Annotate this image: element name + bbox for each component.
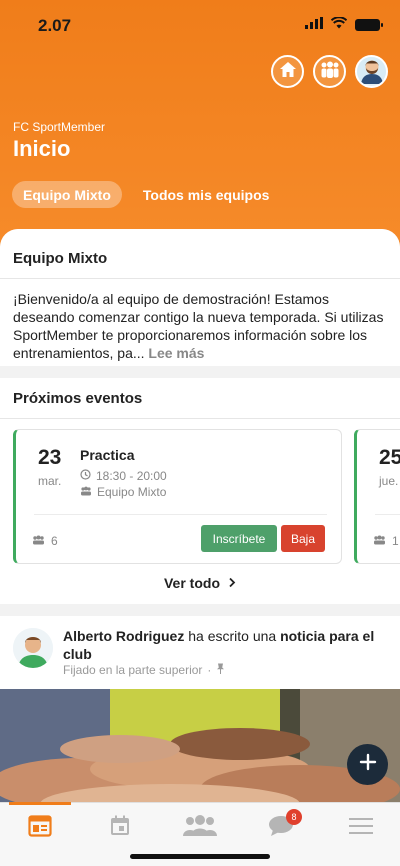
event-weekday: jue. (379, 474, 399, 488)
read-more-link[interactable]: Lee más (148, 345, 204, 361)
event-card[interactable]: 23 mar. Practica 18:30 - 20:00 Equipo Mi… (13, 429, 342, 564)
tab-equipo-mixto[interactable]: Equipo Mixto (12, 181, 122, 208)
nav-menu[interactable] (346, 815, 376, 841)
profile-avatar-button[interactable] (355, 55, 388, 88)
chevron-right-icon (228, 575, 236, 591)
team-button[interactable] (313, 55, 346, 88)
signup-button[interactable]: Inscríbete (201, 525, 277, 552)
event-weekday: mar. (38, 474, 62, 488)
event-divider (34, 514, 327, 515)
event-card[interactable]: 25 jue. 1 (354, 429, 400, 564)
attendee-count: 1 (373, 534, 399, 548)
house-icon (279, 61, 297, 83)
news-headline: Alberto Rodriguez ha escrito una noticia… (63, 627, 383, 663)
event-time: 18:30 - 20:00 (96, 469, 167, 483)
user-avatar-icon (357, 57, 386, 86)
news-verb: ha escrito una (188, 628, 277, 644)
signal-icon (305, 16, 323, 34)
author-avatar (13, 628, 53, 668)
news-image (0, 689, 400, 819)
status-bar: 2.07 (0, 0, 400, 48)
attendee-count-value: 6 (51, 534, 58, 548)
home-button[interactable] (271, 55, 304, 88)
event-name: Practica (80, 447, 135, 463)
unread-badge: 8 (286, 809, 302, 825)
news-card[interactable]: Alberto Rodriguez ha escrito una noticia… (0, 616, 400, 819)
clock-icon (80, 469, 91, 483)
nav-members[interactable] (182, 814, 218, 842)
events-title: Próximos eventos (13, 390, 143, 407)
status-icons (305, 16, 383, 34)
pinned-text: Fijado en la parte superior (63, 663, 203, 677)
active-tab-indicator (9, 802, 71, 805)
team-card-title: Equipo Mixto (13, 250, 108, 267)
nav-chat[interactable]: 8 (266, 809, 302, 841)
see-all-label: Ver todo (163, 575, 220, 591)
header: 2.07 FC SportMember Inicio Equipo Mixto … (0, 0, 400, 250)
menu-icon (349, 816, 373, 841)
upcoming-events-card: Próximos eventos 23 mar. Practica 18:30 … (0, 378, 400, 604)
status-time: 2.07 (38, 16, 72, 35)
event-team: Equipo Mixto (97, 485, 167, 499)
members-icon (182, 814, 218, 842)
calendar-icon (109, 815, 131, 842)
attendees-icon (32, 534, 45, 548)
event-day: 23 (38, 446, 62, 469)
team-card: Equipo Mixto ¡Bienvenido/a al equipo de … (0, 229, 400, 366)
attendee-count-value: 1 (392, 534, 399, 548)
battery-icon (355, 19, 383, 31)
home-icon (28, 814, 52, 842)
attendee-count: 6 (32, 534, 58, 548)
club-name: FC SportMember (13, 120, 106, 134)
attendees-icon (373, 534, 386, 548)
divider (0, 418, 400, 419)
group-icon (319, 61, 341, 83)
wifi-icon (330, 16, 348, 34)
pinned-label: Fijado en la parte superior · (63, 663, 225, 677)
drop-button[interactable]: Baja (281, 525, 325, 552)
event-team-row: Equipo Mixto (80, 485, 166, 499)
tab-todos-mis-equipos[interactable]: Todos mis equipos (132, 181, 281, 208)
event-time-row: 18:30 - 20:00 (80, 469, 167, 483)
content-sheet: Equipo Mixto ¡Bienvenido/a al equipo de … (0, 229, 400, 819)
nav-calendar[interactable] (105, 815, 135, 841)
nav-home[interactable] (25, 814, 55, 842)
team-description: ¡Bienvenido/a al equipo de demostración!… (0, 279, 400, 362)
home-indicator (130, 854, 270, 859)
top-actions (271, 55, 388, 88)
news-author: Alberto Rodriguez (63, 628, 185, 644)
see-all-link[interactable]: Ver todo (0, 575, 400, 591)
event-divider (375, 514, 400, 515)
team-tabs: Equipo Mixto Todos mis equipos (12, 181, 280, 208)
team-icon (80, 485, 92, 499)
page-title: Inicio (13, 136, 71, 161)
plus-icon (359, 753, 377, 776)
event-day: 25 (379, 446, 400, 469)
add-fab-button[interactable] (347, 744, 388, 785)
pin-icon (216, 663, 225, 677)
